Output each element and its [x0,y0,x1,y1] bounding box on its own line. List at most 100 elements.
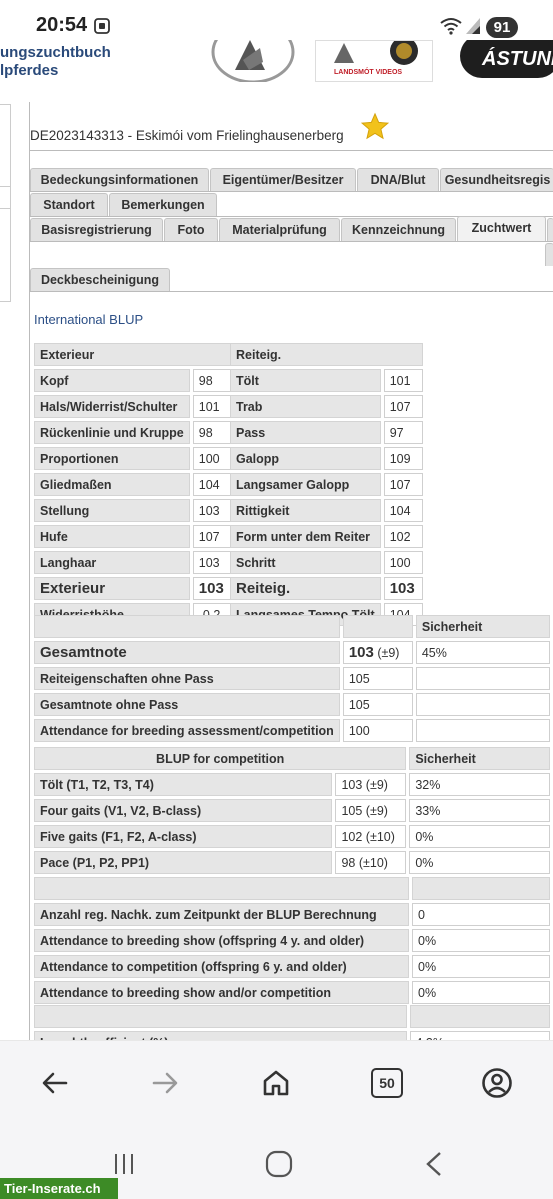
tab-basisregistrierung[interactable]: Basisregistrierung [30,218,163,241]
tab-standort[interactable]: Standort [30,193,108,216]
inzucht-blank-header [409,1005,550,1028]
offspring-value: 0% [412,955,550,978]
gesamt-label: Attendance for breeding assessment/compe… [34,719,340,742]
landsmot-logo[interactable]: LANDSMÓT VIDEOS [315,40,433,82]
competition-sicherheit: 0% [409,825,550,848]
table-row: Schritt 100 [230,551,423,574]
gesamt-label: Reiteigenschaften ohne Pass [34,667,340,690]
trait-label: Galopp [230,447,381,470]
tab-row-rule [29,191,553,192]
competition-value: 98 (±10) [335,851,407,874]
recent-apps-icon[interactable] [112,1152,136,1181]
trait-label: Gliedmaßen [34,473,190,496]
sicherheit-header: Sicherheit [409,747,550,770]
competition-value: 102 (±10) [335,825,407,848]
tab-gesundheitsregister[interactable]: Gesundheitsregis [440,168,553,191]
trait-value: 107 [383,473,423,496]
table-row: Galopp 109 [230,447,423,470]
trait-label: Hufe [34,525,190,548]
tab-eigentuemer-besitzer[interactable]: Eigentümer/Besitzer [210,168,356,191]
tab-deckbescheinigung[interactable]: Deckbescheinigung [30,268,170,291]
horse-logo[interactable] [205,40,295,84]
trait-value: 103 [192,551,231,574]
exterieur-header: Exterieur [34,343,231,366]
table-row: Langhaar 103 [34,551,231,574]
table-row: Attendance to competition (offspring 6 y… [34,955,550,978]
table-row: Rückenlinie und Kruppe 98 [34,421,231,444]
table-row: Kopf 98 [34,369,231,392]
table-row: Hufe 107 [34,525,231,548]
gesamtnote-sicherheit: 45% [415,641,550,664]
table-row: Sicherheit [34,615,550,638]
table-row: Attendance for breeding assessment/compe… [34,719,550,742]
table-row: Langsamer Galopp 107 [230,473,423,496]
account-icon[interactable] [479,1065,515,1101]
gesamt-sicherheit [415,667,550,690]
signal-icon [465,17,481,40]
offspring-label: Attendance to competition (offspring 6 y… [34,955,410,978]
tab-kennzeichnung[interactable]: Kennzeichnung [341,218,456,241]
offspring-value: 0 [412,903,550,926]
table-row: Reiteigenschaften ohne Pass 105 [34,667,550,690]
offspring-table: Anzahl reg. Nachk. zum Zeitpunkt der BLU… [31,874,553,1007]
reiteig-table: Reiteig. Tölt 101 Trab 107 Pass 97 Galopp 10… [227,340,426,629]
trait-label: Langhaar [34,551,190,574]
table-row: Attendance to breeding show and/or compe… [34,981,550,1004]
forward-arrow-icon[interactable] [147,1065,183,1101]
trait-label: Kopf [34,369,190,392]
tab-bedeckungsinformationen[interactable]: Bedeckungsinformationen [30,168,209,191]
table-row: Tölt 101 [230,369,423,392]
tabs-counter-button[interactable]: 50 [369,1065,405,1101]
table-row: Trab 107 [230,395,423,418]
tab-dna-blut[interactable]: DNA/Blut [357,168,439,191]
sidebar-edge [0,104,11,302]
table-row: Hals/Widerrist/Schulter 101 [34,395,231,418]
tab-more[interactable] [547,218,553,241]
tab-foto[interactable]: Foto [164,218,218,241]
competition-sicherheit: 0% [409,851,550,874]
gesamtnote-label: Gesamtnote [34,641,340,664]
trait-value: 102 [383,525,423,548]
favorite-star-icon[interactable] [360,112,390,147]
international-blup-link[interactable]: International BLUP [34,312,143,327]
competition-value: 103 (±9) [335,773,407,796]
trait-value: 104 [383,499,423,522]
table-row: Anzahl reg. Nachk. zum Zeitpunkt der BLU… [34,903,550,926]
system-back-icon[interactable] [424,1151,444,1182]
table-row: Attendance to breeding show (offspring 4… [34,929,550,952]
trait-label: Proportionen [34,447,190,470]
competition-sicherheit: 33% [409,799,550,822]
screenshot-icon [93,17,111,40]
trait-value: 109 [383,447,423,470]
trait-value: 100 [383,551,423,574]
astund-logo[interactable]: ÁSTUND [460,40,553,78]
table-row: Form unter dem Reiter 102 [230,525,423,548]
home-icon[interactable] [258,1065,294,1101]
exterieur-total-label: Exterieur [34,577,190,600]
tab-more[interactable] [545,243,553,266]
trait-value: 107 [192,525,231,548]
gesamt-value: 100 [342,719,413,742]
offspring-value: 0% [412,981,550,1004]
competition-label: Four gaits (V1, V2, B-class) [34,799,333,822]
system-home-icon[interactable] [265,1150,293,1183]
back-arrow-icon[interactable] [37,1065,73,1101]
wifi-icon [440,17,462,40]
reiteig-total-value: 103 [383,577,423,600]
site-brand[interactable]: ungszuchtbuch lpferdes [0,44,111,80]
status-bar: 20:54 91 [0,0,553,44]
trait-value: 98 [192,421,231,444]
gesamtnote-number: 103 [348,644,374,661]
gesamt-value: 105 [342,693,413,716]
tab-bemerkungen[interactable]: Bemerkungen [109,193,217,216]
tab-materialpruefung[interactable]: Materialprüfung [219,218,340,241]
record-title: DE2023143313 - Eskimói vom Frielinghause… [30,128,344,143]
table-row: Reiteig. 103 [230,577,423,600]
brand-line-2: lpferdes [0,62,59,79]
table-row: Exterieur 103 [34,577,231,600]
tab-zuchtwert[interactable]: Zuchtwert [457,216,546,241]
clock: 20:54 [36,14,88,36]
trait-value: 98 [192,369,231,392]
site-header: ungszuchtbuch lpferdes LANDSMÓT VIDEOS Á… [0,40,553,102]
trait-label: Tölt [230,369,381,392]
